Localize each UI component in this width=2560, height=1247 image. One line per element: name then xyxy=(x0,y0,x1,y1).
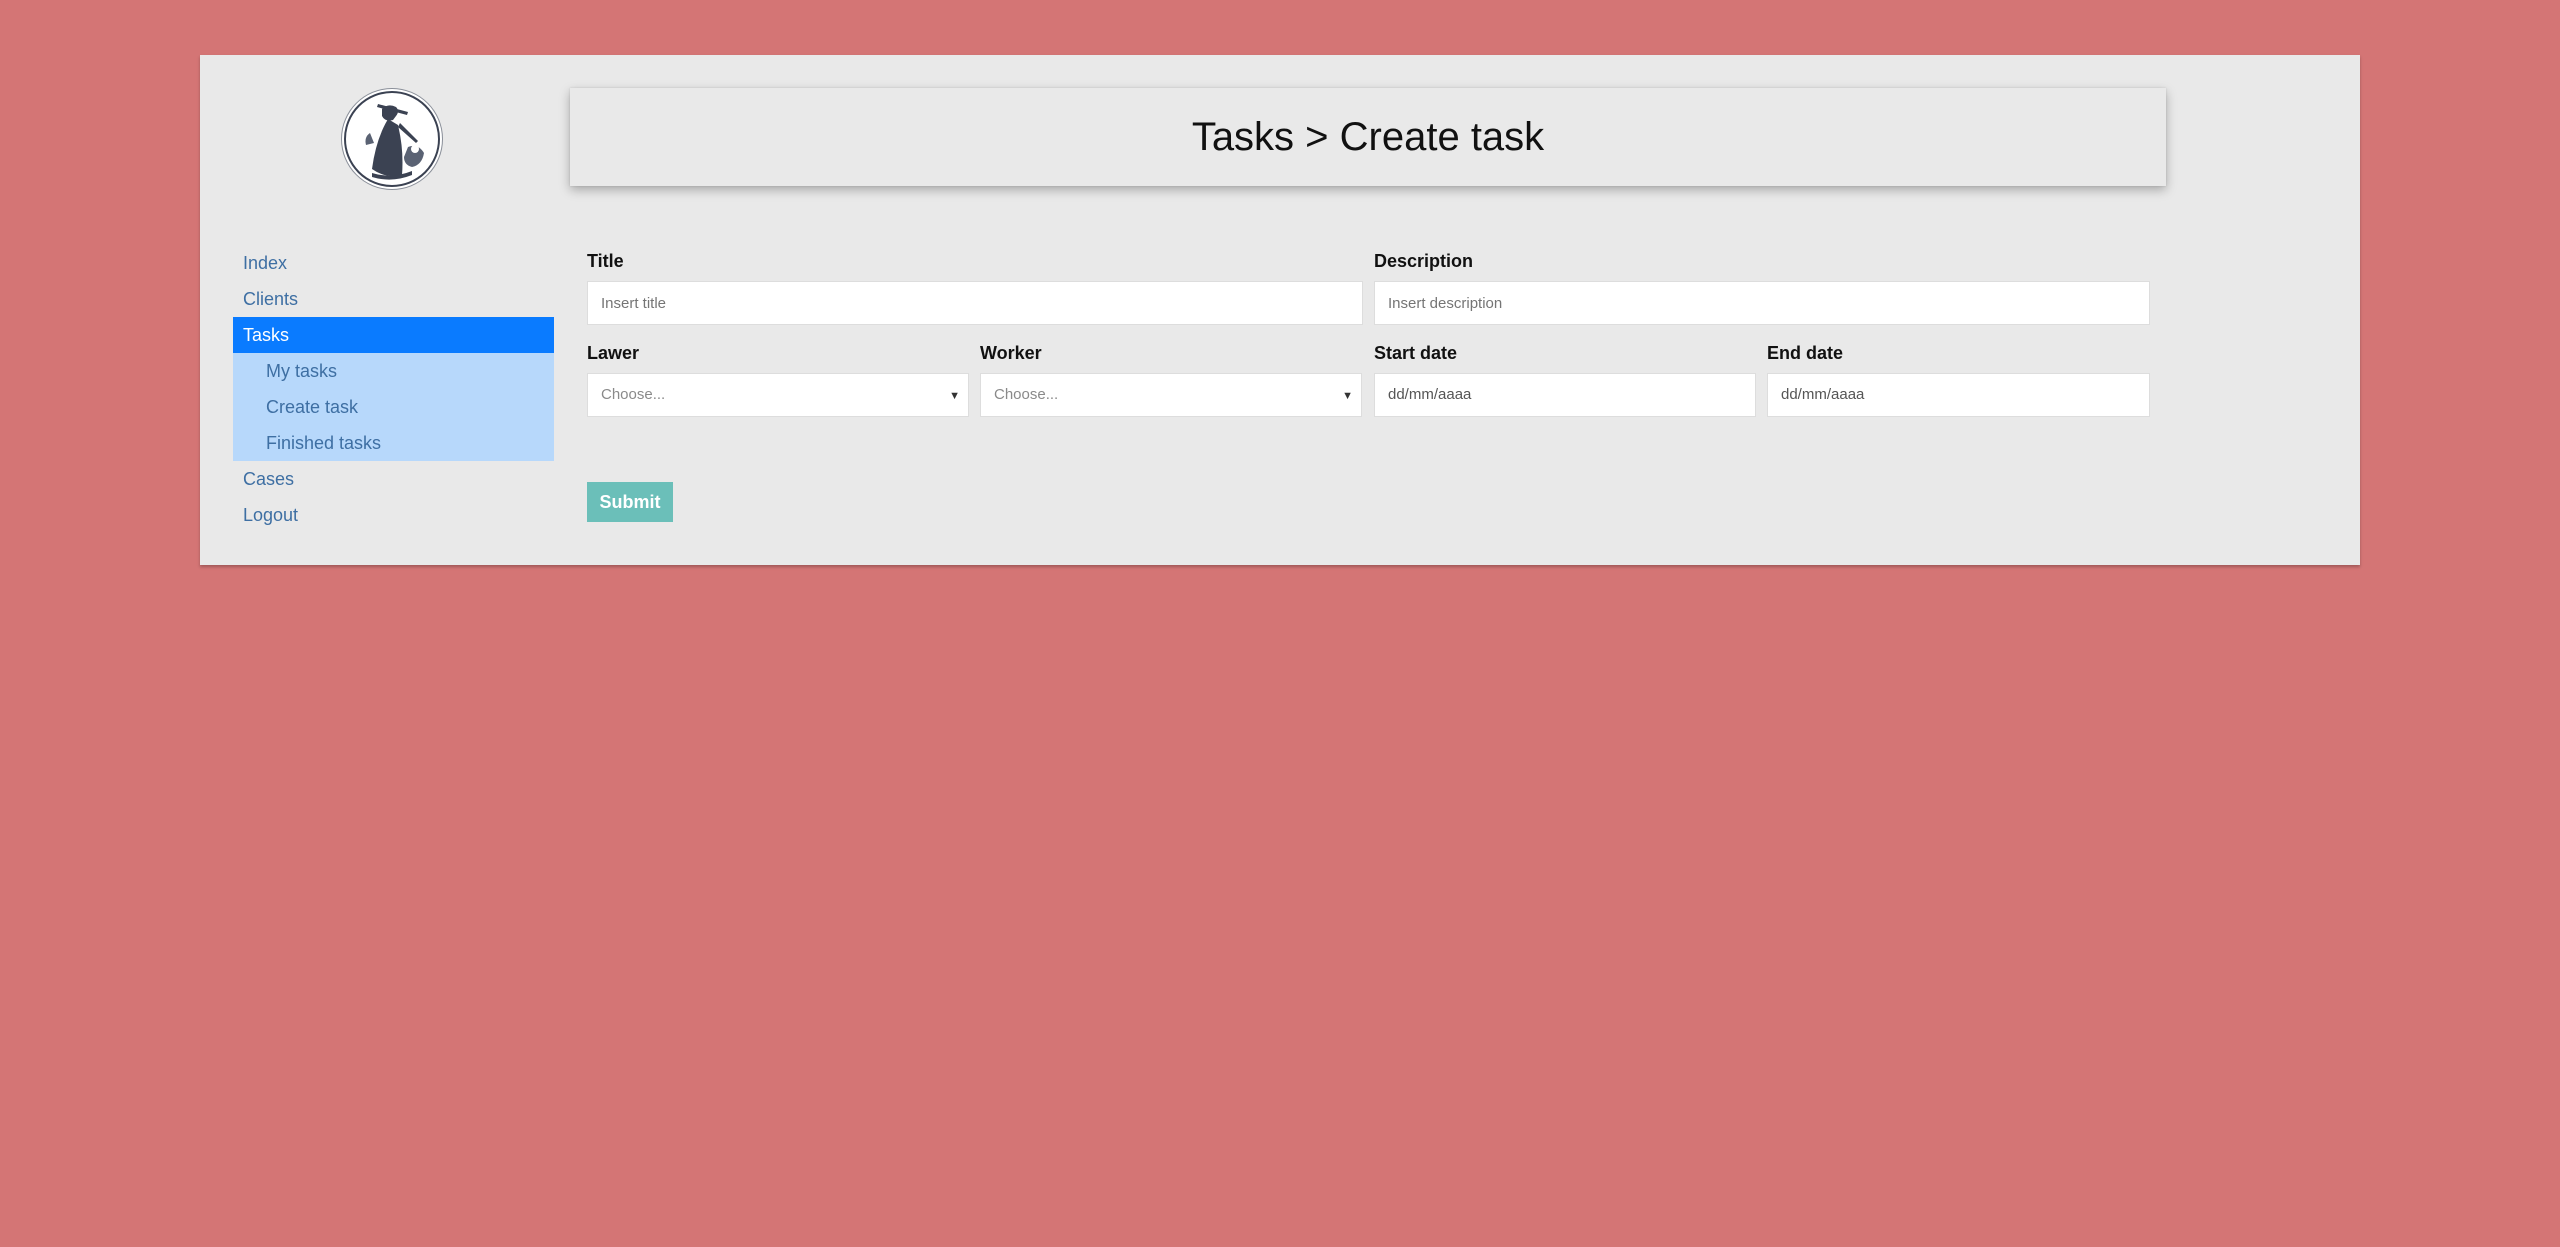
worker-select-value: Choose... xyxy=(994,386,1059,403)
end-date-label: End date xyxy=(1767,343,1844,363)
lawer-field-group: Lawer Choose... ▼ xyxy=(587,337,969,417)
end-date-input[interactable]: dd/mm/aaaa xyxy=(1767,373,2150,417)
sidebar: Index Clients Tasks My tasks Create task… xyxy=(233,245,554,533)
sidebar-subitem-create-task[interactable]: Create task xyxy=(233,389,554,425)
form-row-text: Title Description xyxy=(587,245,2152,337)
title-input[interactable] xyxy=(587,281,1363,325)
submit-button[interactable]: Submit xyxy=(587,482,673,522)
sidebar-item-logout[interactable]: Logout xyxy=(233,497,554,533)
title-label: Title xyxy=(587,251,624,271)
worker-field-group: Worker Choose... ▼ xyxy=(980,337,1362,417)
description-label: Description xyxy=(1374,251,1474,271)
lawer-label: Lawer xyxy=(587,343,640,363)
form-row-assign: Lawer Choose... ▼ Worker Choose... ▼ Sta… xyxy=(587,337,2152,429)
sidebar-subitem-finished-tasks[interactable]: Finished tasks xyxy=(233,425,554,461)
end-date-value: dd/mm/aaaa xyxy=(1781,386,1865,403)
end-date-field-group: End date dd/mm/aaaa xyxy=(1767,337,2150,417)
start-date-field-group: Start date dd/mm/aaaa xyxy=(1374,337,1756,417)
lady-justice-logo xyxy=(342,89,442,189)
page-title: Tasks > Create task xyxy=(1191,114,1545,159)
tasks-submenu: My tasks Create task Finished tasks xyxy=(233,353,554,461)
sidebar-item-cases[interactable]: Cases xyxy=(233,461,554,497)
lawer-select[interactable]: Choose... ▼ xyxy=(587,373,969,417)
start-date-input[interactable]: dd/mm/aaaa xyxy=(1374,373,1756,417)
worker-label: Worker xyxy=(980,343,1042,363)
description-input[interactable] xyxy=(1374,281,2150,325)
start-date-label: Start date xyxy=(1374,343,1458,363)
main-card: Tasks > Create task Index Clients Tasks … xyxy=(200,55,2360,565)
page-header: Tasks > Create task xyxy=(570,88,2166,186)
title-field-group: Title xyxy=(587,245,1363,325)
chevron-down-icon: ▼ xyxy=(949,390,960,402)
sidebar-item-tasks[interactable]: Tasks xyxy=(233,317,554,353)
create-task-form: Title Description Lawer Choose... ▼ Work… xyxy=(587,245,2152,429)
sidebar-subitem-my-tasks[interactable]: My tasks xyxy=(233,353,554,389)
sidebar-item-clients[interactable]: Clients xyxy=(233,281,554,317)
sidebar-item-index[interactable]: Index xyxy=(233,245,554,281)
start-date-value: dd/mm/aaaa xyxy=(1388,386,1472,403)
description-field-group: Description xyxy=(1374,245,2150,325)
worker-select[interactable]: Choose... ▼ xyxy=(980,373,1362,417)
chevron-down-icon: ▼ xyxy=(1342,390,1353,402)
lawer-select-value: Choose... xyxy=(601,386,666,403)
